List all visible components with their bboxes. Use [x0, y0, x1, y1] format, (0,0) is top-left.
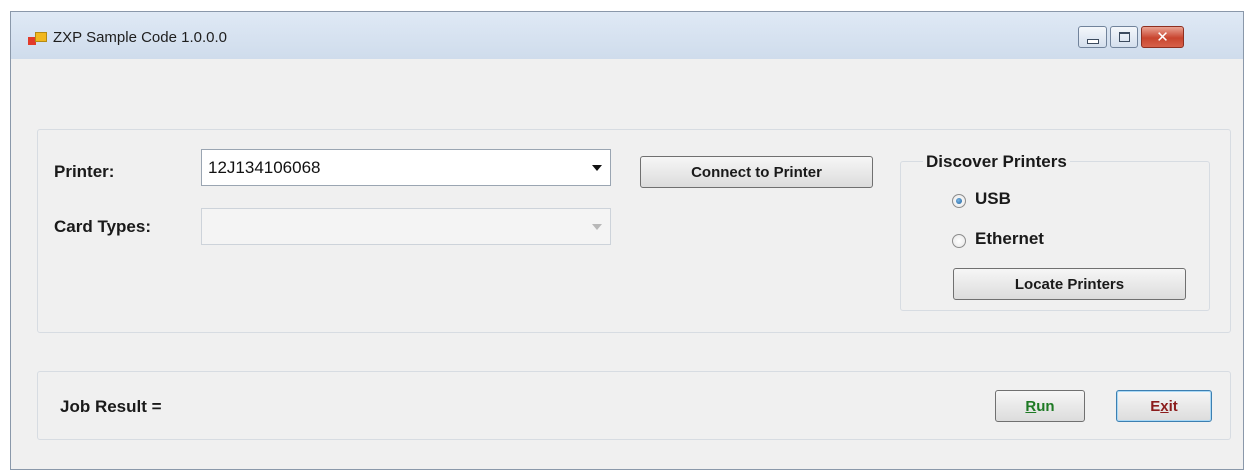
run-accel: R — [1025, 397, 1037, 415]
printer-value: 12J134106068 — [208, 158, 321, 177]
close-button[interactable]: ✕ — [1141, 26, 1184, 48]
minimize-icon — [1086, 38, 1099, 44]
exit-rest: it — [1168, 397, 1178, 415]
discover-printers-title: Discover Printers — [923, 152, 1070, 172]
locate-printers-button[interactable]: Locate Printers — [953, 268, 1186, 300]
dropdown-arrow-icon — [592, 165, 602, 171]
title-bar[interactable]: ZXP Sample Code 1.0.0.0 ✕ — [11, 12, 1243, 59]
card-types-label: Card Types: — [54, 217, 151, 236]
usb-label[interactable]: USB — [975, 189, 1011, 209]
close-icon: ✕ — [1156, 27, 1169, 46]
exit-first: E — [1150, 397, 1161, 415]
ethernet-label[interactable]: Ethernet — [975, 229, 1044, 249]
run-button[interactable]: Run — [995, 390, 1085, 422]
exit-button[interactable]: Ex it — [1116, 390, 1212, 422]
window-title: ZXP Sample Code 1.0.0.0 — [53, 29, 227, 46]
dropdown-arrow-icon — [592, 224, 602, 230]
printer-dropdown[interactable]: 12J134106068 — [201, 149, 611, 186]
job-result-label: Job Result = — [60, 397, 162, 416]
connect-printer-button[interactable]: Connect to Printer — [640, 156, 873, 188]
maximize-icon — [1118, 32, 1130, 42]
exit-accel: x — [1160, 397, 1169, 415]
ethernet-radio[interactable] — [952, 234, 966, 248]
usb-radio[interactable] — [952, 194, 966, 208]
main-window: ZXP Sample Code 1.0.0.0 ✕ Printer: 12J13… — [10, 11, 1244, 470]
maximize-button[interactable] — [1110, 26, 1138, 48]
app-icon — [28, 32, 47, 46]
card-types-dropdown[interactable] — [201, 208, 611, 245]
printer-label: Printer: — [54, 162, 115, 181]
minimize-button[interactable] — [1078, 26, 1107, 48]
run-rest: un — [1036, 397, 1055, 415]
